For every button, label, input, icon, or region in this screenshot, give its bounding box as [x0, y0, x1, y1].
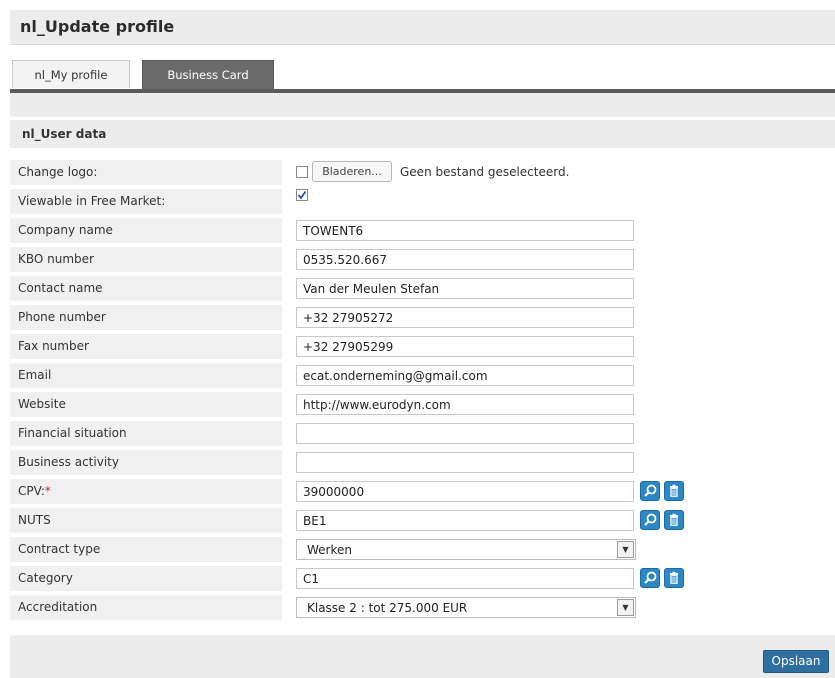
contact-name-label: Contact name	[10, 276, 282, 301]
category-delete-button[interactable]	[664, 568, 684, 588]
search-icon	[644, 513, 657, 526]
row-contract-type: Contract type Werken ▼	[10, 535, 835, 564]
category-input[interactable]: C1	[296, 568, 634, 589]
business-activity-label: Business activity	[10, 450, 282, 475]
trash-icon	[670, 484, 678, 497]
save-button[interactable]: Opslaan	[763, 650, 829, 673]
accreditation-select[interactable]: Klasse 2 : tot 275.000 EUR ▼	[296, 597, 636, 618]
no-file-text: Geen bestand geselecteerd.	[400, 165, 570, 179]
required-marker: *	[44, 484, 51, 498]
page-title: nl_Update profile	[20, 17, 175, 36]
row-contact-name: Contact name Van der Meulen Stefan	[10, 274, 835, 303]
category-search-button[interactable]	[640, 568, 660, 588]
contract-type-label: Contract type	[10, 537, 282, 562]
row-kbo-number: KBO number 0535.520.667	[10, 245, 835, 274]
phone-number-input[interactable]: +32 27905272	[296, 307, 634, 328]
logo-file-checkbox[interactable]	[296, 166, 308, 178]
row-nuts: NUTS BE1	[10, 506, 835, 535]
tab-my-profile[interactable]: nl_My profile	[12, 60, 130, 88]
row-change-logo: Change logo: Bladeren... Geen bestand ge…	[10, 158, 835, 187]
accreditation-label: Accreditation	[10, 595, 282, 620]
email-label: Email	[10, 363, 282, 388]
company-name-input[interactable]: TOWENT6	[296, 220, 634, 241]
row-fax-number: Fax number +32 27905299	[10, 332, 835, 361]
trash-icon	[670, 513, 678, 526]
change-logo-label: Change logo:	[10, 160, 282, 185]
search-icon	[644, 571, 657, 584]
contact-name-input[interactable]: Van der Meulen Stefan	[296, 278, 634, 299]
contract-type-select[interactable]: Werken ▼	[296, 539, 636, 560]
search-icon	[644, 484, 657, 497]
row-accreditation: Accreditation Klasse 2 : tot 275.000 EUR…	[10, 593, 835, 622]
financial-situation-input[interactable]	[296, 423, 634, 444]
email-input[interactable]: ecat.onderneming@gmail.com	[296, 365, 634, 386]
contract-type-value: Werken	[307, 543, 352, 557]
company-name-label: Company name	[10, 218, 282, 243]
accreditation-value: Klasse 2 : tot 275.000 EUR	[307, 601, 468, 615]
chevron-down-icon[interactable]: ▼	[617, 541, 634, 558]
chevron-down-icon[interactable]: ▼	[617, 599, 634, 616]
section-title: nl_User data	[22, 127, 107, 141]
nuts-delete-button[interactable]	[664, 510, 684, 530]
business-activity-input[interactable]	[296, 452, 634, 473]
website-input[interactable]: http://www.eurodyn.com	[296, 394, 634, 415]
trash-icon	[670, 571, 678, 584]
browse-button[interactable]: Bladeren...	[312, 161, 392, 182]
page-header: nl_Update profile	[10, 10, 835, 45]
kbo-number-label: KBO number	[10, 247, 282, 272]
toolbar-area	[10, 93, 835, 117]
tab-business-card[interactable]: Business Card	[142, 60, 274, 90]
viewable-label: Viewable in Free Market:	[10, 189, 282, 214]
row-financial-situation: Financial situation	[10, 419, 835, 448]
row-category: Category C1	[10, 564, 835, 593]
cpv-delete-button[interactable]	[664, 481, 684, 501]
fax-number-input[interactable]: +32 27905299	[296, 336, 634, 357]
viewable-checkbox[interactable]	[296, 189, 308, 201]
website-label: Website	[10, 392, 282, 417]
tab-bar: nl_My profile Business Card	[10, 60, 835, 90]
fax-number-label: Fax number	[10, 334, 282, 359]
section-header: nl_User data	[10, 120, 835, 148]
row-cpv: CPV:* 39000000	[10, 477, 835, 506]
row-business-activity: Business activity	[10, 448, 835, 477]
financial-situation-label: Financial situation	[10, 421, 282, 446]
row-company-name: Company name TOWENT6	[10, 216, 835, 245]
row-phone-number: Phone number +32 27905272	[10, 303, 835, 332]
cpv-search-button[interactable]	[640, 481, 660, 501]
row-email: Email ecat.onderneming@gmail.com	[10, 361, 835, 390]
kbo-number-input[interactable]: 0535.520.667	[296, 249, 634, 270]
category-label: Category	[10, 566, 282, 591]
phone-number-label: Phone number	[10, 305, 282, 330]
row-website: Website http://www.eurodyn.com	[10, 390, 835, 419]
cpv-label: CPV:*	[10, 479, 282, 504]
cpv-label-text: CPV:	[18, 484, 45, 498]
nuts-input[interactable]: BE1	[296, 510, 634, 531]
checkmark-icon	[297, 190, 307, 200]
user-data-form: Change logo: Bladeren... Geen bestand ge…	[10, 158, 835, 622]
row-viewable: Viewable in Free Market:	[10, 187, 835, 216]
nuts-search-button[interactable]	[640, 510, 660, 530]
form-footer: Opslaan	[10, 635, 835, 678]
cpv-input[interactable]: 39000000	[296, 481, 634, 502]
nuts-label: NUTS	[10, 508, 282, 533]
